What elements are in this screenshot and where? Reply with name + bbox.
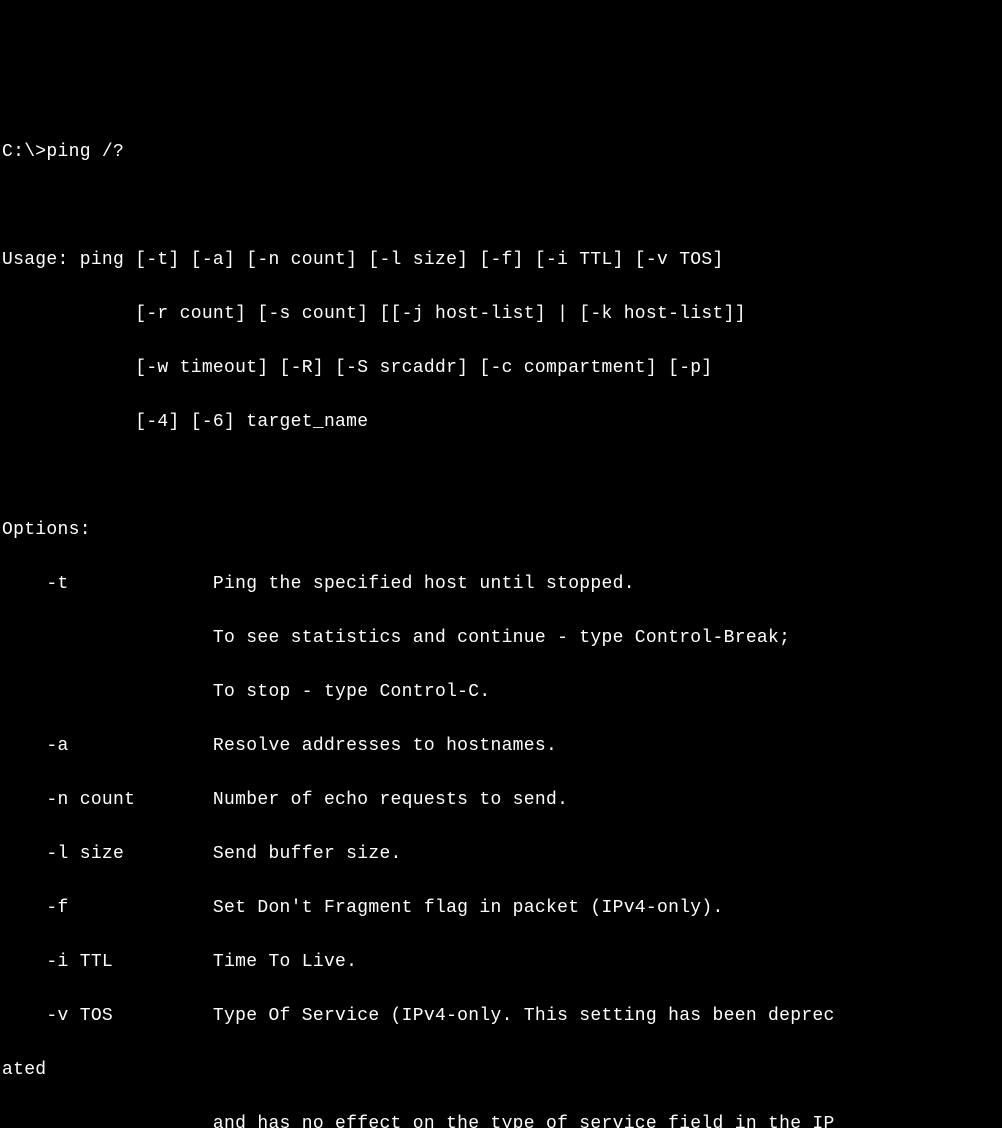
option-n-line: -n count Number of echo requests to send… bbox=[2, 787, 1002, 814]
option-l-line: -l size Send buffer size. bbox=[2, 841, 1002, 868]
option-t-line-2: To see statistics and continue - type Co… bbox=[2, 625, 1002, 652]
usage-line-1: Usage: ping [-t] [-a] [-n count] [-l siz… bbox=[2, 247, 1002, 274]
usage-line-2: [-r count] [-s count] [[-j host-list] | … bbox=[2, 301, 1002, 328]
command-prompt-line: C:\>ping /? bbox=[2, 139, 1002, 166]
option-v-line-2: ated bbox=[2, 1057, 1002, 1084]
options-header: Options: bbox=[2, 517, 1002, 544]
blank-line bbox=[2, 463, 1002, 490]
blank-line bbox=[2, 193, 1002, 220]
option-v-line-1: -v TOS Type Of Service (IPv4-only. This … bbox=[2, 1003, 1002, 1030]
usage-line-4: [-4] [-6] target_name bbox=[2, 409, 1002, 436]
usage-line-3: [-w timeout] [-R] [-S srcaddr] [-c compa… bbox=[2, 355, 1002, 382]
option-t-line-1: -t Ping the specified host until stopped… bbox=[2, 571, 1002, 598]
option-t-line-3: To stop - type Control-C. bbox=[2, 679, 1002, 706]
terminal-output[interactable]: C:\>ping /? Usage: ping [-t] [-a] [-n co… bbox=[2, 112, 1002, 1128]
option-f-line: -f Set Don't Fragment flag in packet (IP… bbox=[2, 895, 1002, 922]
option-i-line: -i TTL Time To Live. bbox=[2, 949, 1002, 976]
option-v-line-3: and has no effect on the type of service… bbox=[2, 1111, 1002, 1128]
option-a-line: -a Resolve addresses to hostnames. bbox=[2, 733, 1002, 760]
